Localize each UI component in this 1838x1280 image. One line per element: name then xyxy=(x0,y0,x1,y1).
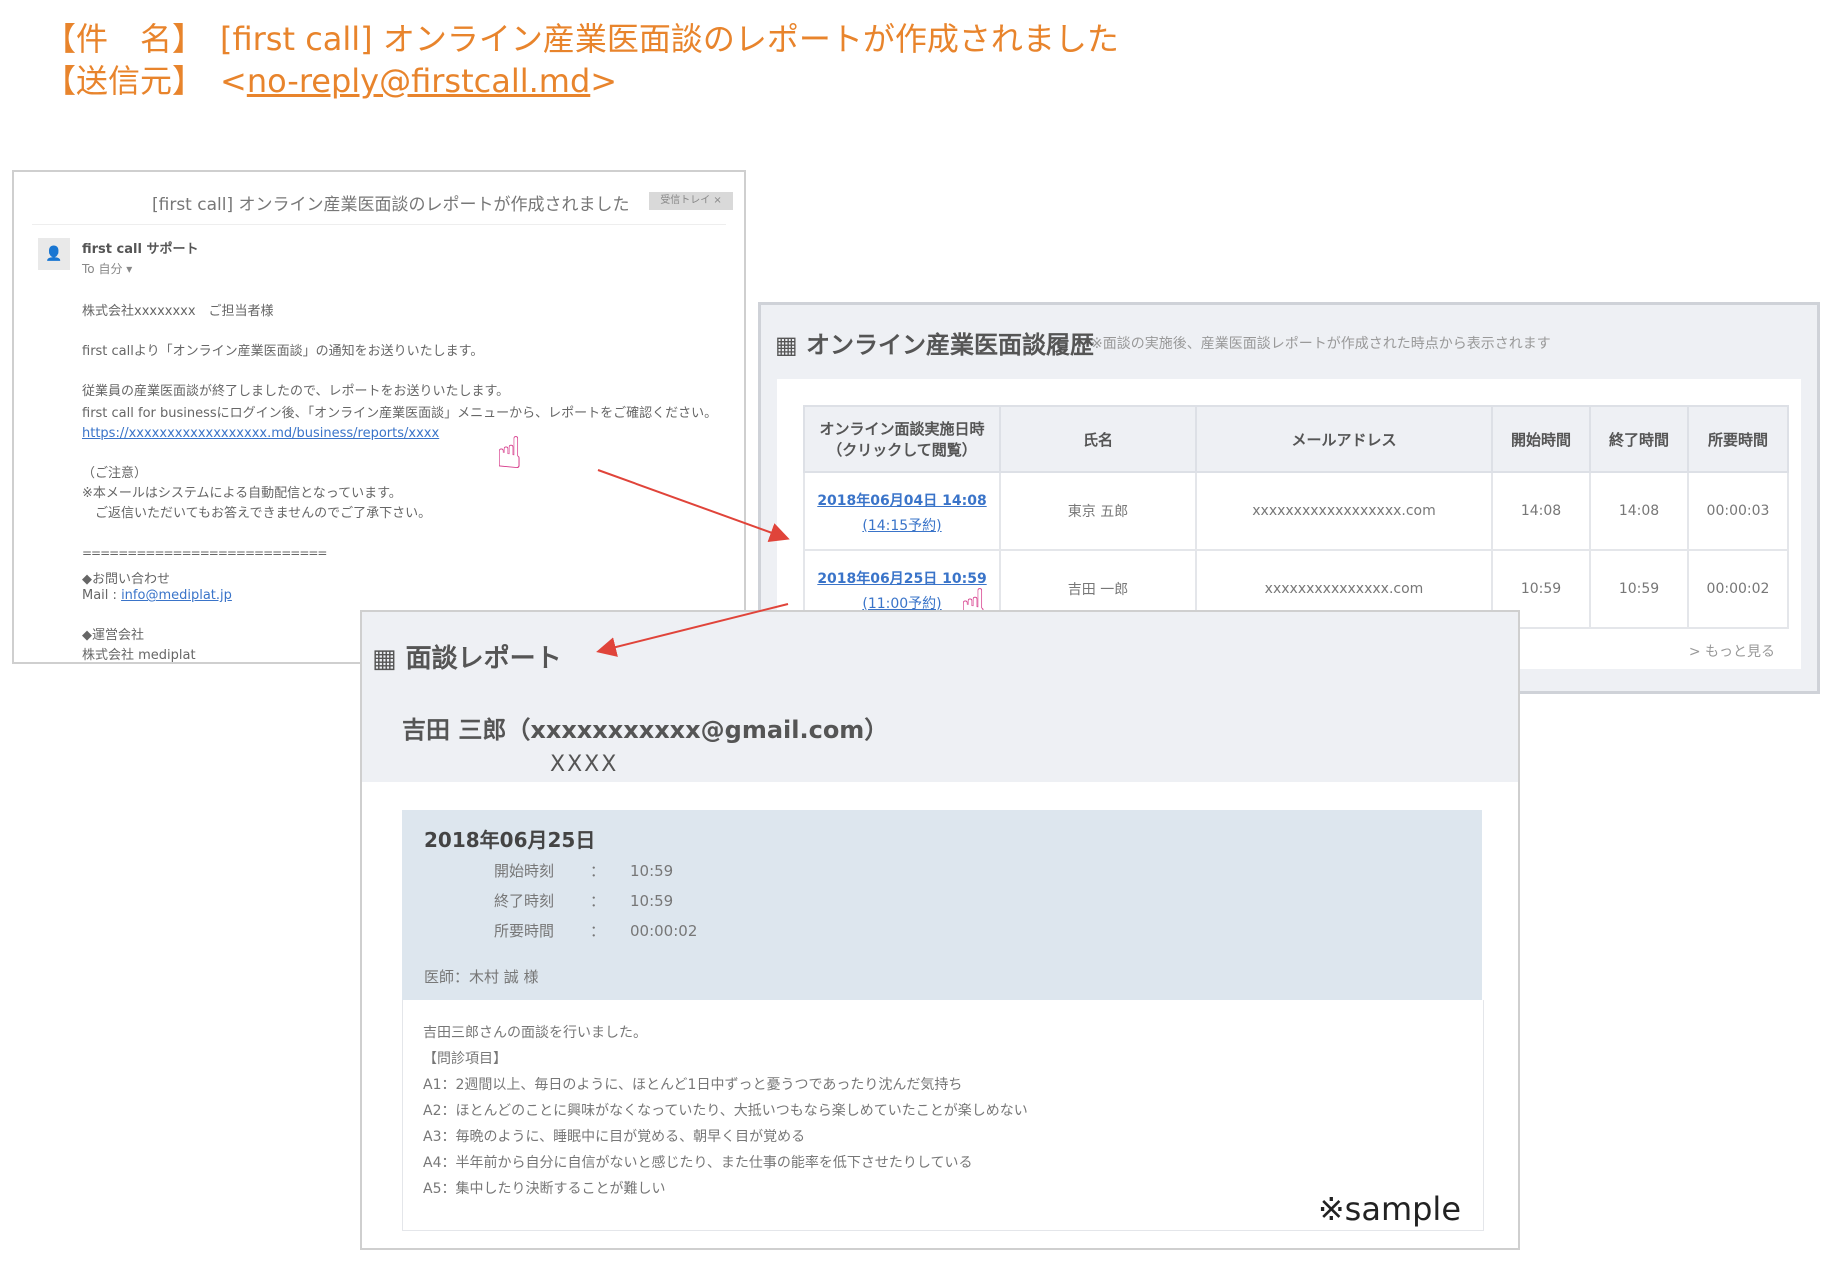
red-arrow xyxy=(596,469,790,657)
arrow-history-to-report xyxy=(596,603,789,657)
arrow-email-to-history xyxy=(597,469,790,542)
